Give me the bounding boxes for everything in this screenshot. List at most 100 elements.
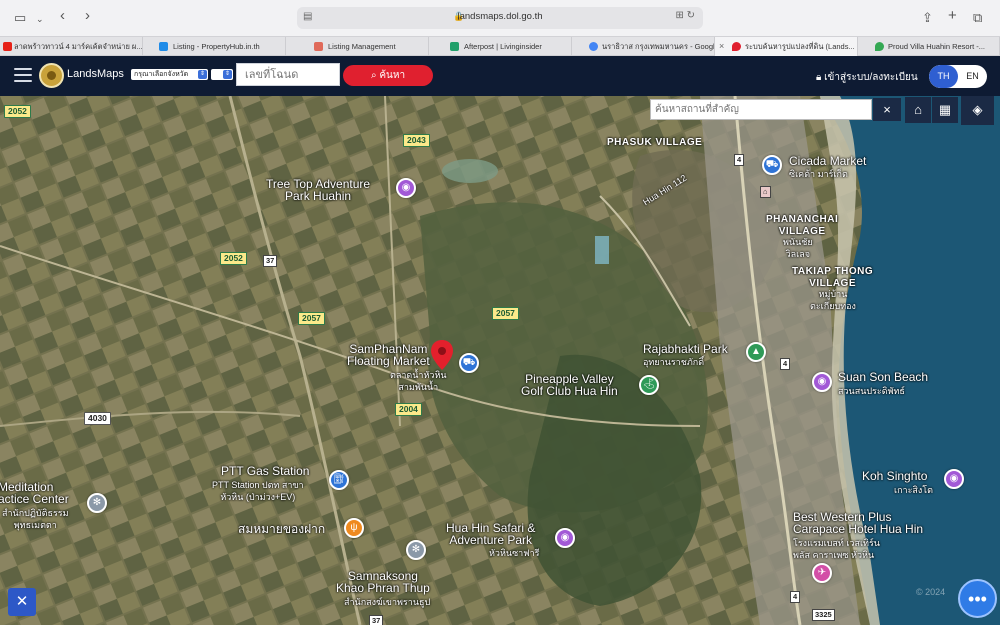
place-best-western-carapace: Best Western Plus Carapace Hotel Hua Hin [793, 510, 924, 536]
place-suan-son-beach: Suan Son Beach [838, 370, 929, 384]
place-phasuk-village: PHASUK VILLAGE [607, 137, 703, 148]
camera-poi-icon[interactable]: ◉ [555, 528, 575, 548]
road-badge: 2057 [492, 307, 519, 320]
translate-reload-icon[interactable]: ⊞ ↻ [675, 10, 695, 21]
location-pin-icon[interactable] [430, 340, 454, 370]
home-button[interactable]: ⌂ [905, 97, 931, 123]
forward-icon[interactable]: › [85, 8, 90, 24]
place-pineapple-valley-golf: Pineapple Valley Golf Club Hua Hin [521, 372, 618, 398]
measure-tool-button[interactable]: ✕ [8, 588, 36, 616]
layers-button[interactable]: ◈ [961, 96, 994, 125]
road-badge: 2052 [4, 105, 31, 118]
place-hua-hin-safari-th: หัวหินซาฟารี [489, 548, 540, 558]
tab-label: Afterpost | Livinginsider [464, 42, 542, 51]
language-toggle[interactable]: TH EN [929, 65, 987, 88]
login-label: เข้าสู่ระบบ/ลงทะเบียน [824, 72, 918, 83]
gas-station-poi-icon[interactable]: ⛽︎ [329, 470, 349, 490]
search-button[interactable]: ⌕ ค้นหา [343, 65, 433, 86]
address-bar[interactable]: ▤ 🔒 landsmaps.dol.go.th ⊞ ↻ [297, 7, 703, 29]
temple-poi-icon[interactable]: ✻ [87, 493, 107, 513]
ruler-icon: ✕ [15, 593, 29, 610]
lang-th-button[interactable]: TH [929, 65, 958, 88]
more-options-button[interactable]: ••• [958, 579, 997, 618]
camera-poi-icon[interactable]: ◉ [396, 178, 416, 198]
close-icon: × [883, 102, 891, 117]
place-ptt-gas-station: PTT Gas Station [221, 464, 310, 478]
shopping-cart-poi-icon[interactable]: ⛟ [459, 353, 479, 373]
route-shield: 3325 [812, 609, 835, 621]
place-best-western-carapace-th: โรงแรมเบสท์ เวสเทิร์น พลัส คาราเพซ หัวหิ… [793, 538, 880, 560]
shopping-cart-poi-icon[interactable]: ⛟ [762, 155, 782, 175]
place-phananchai-village-th: พนันชัย วิลเลจ [783, 237, 813, 259]
tab-6-active[interactable]: × ระบบค้นหารูปแปลงที่ดิน (Lands... [715, 37, 858, 56]
place-samphannam-th: ตลาดน้ำหัวหิน สามพันน้ำ [390, 370, 447, 392]
sidebar-toggle-icon[interactable]: ▭ [14, 10, 26, 26]
restaurant-poi-icon[interactable]: ψ [344, 518, 364, 538]
tab-label: Proud Villa Huahin Resort -... [888, 42, 985, 51]
park-poi-icon[interactable]: ▲ [746, 342, 766, 362]
tab-7[interactable]: Proud Villa Huahin Resort -... [858, 37, 1000, 56]
road-badge: 2043 [403, 134, 430, 147]
menu-icon[interactable] [14, 68, 32, 82]
route-shield: 4 [780, 358, 791, 370]
new-tab-icon[interactable]: + [948, 8, 957, 24]
place-ptt-gas-station-th: PTT Station ปตท สาขา หัวหิน (ป่าม่วง+EV) [212, 480, 304, 502]
place-cicada-market: Cicada Market [789, 154, 867, 168]
tab-2[interactable]: Listing - PropertyHub.in.th [143, 37, 286, 56]
deed-number-input[interactable] [236, 63, 340, 86]
maps-icon [875, 42, 884, 51]
road-badge: 2052 [220, 252, 247, 265]
place-koh-singhto: Koh Singhto [862, 469, 928, 483]
select-arrow-icon: ⇕ [198, 70, 207, 79]
hotel-poi-icon[interactable]: ✈︎ [812, 563, 832, 583]
propertyhub-icon [159, 42, 168, 51]
satellite-map[interactable]: 2052 2043 2052 2057 2057 2004 4030 37 4 … [0, 96, 1000, 625]
home-icon: ⌂ [914, 102, 922, 117]
tab-label: ลาดพร้าวทาวน์ 4 มาร์คเค้ตจำหน่าย ผ... [14, 42, 143, 51]
youtube-icon [3, 42, 12, 51]
route-shield: 4 [790, 591, 801, 603]
road-badge: 4030 [84, 412, 111, 425]
place-tree-top-adventure: Tree Top Adventure Park Huahin [266, 177, 371, 203]
chevron-down-icon[interactable]: ⌄ [36, 11, 44, 27]
back-icon[interactable]: ‹ [60, 8, 65, 24]
google-icon [589, 42, 598, 51]
tab-overview-icon[interactable]: ⧉ [973, 10, 982, 26]
tab-label: นราธิวาส กรุงเทพมหานคร - Google... [602, 42, 715, 51]
lang-en-button[interactable]: EN [958, 65, 987, 88]
place-hua-hin-safari: Hua Hin Safari & Adventure Park [446, 521, 536, 547]
clear-search-button[interactable]: × [873, 98, 901, 121]
temple-marker-icon: ⌂ [760, 186, 771, 198]
landmark-search-input[interactable] [650, 99, 872, 120]
grid-icon: ▦ [938, 102, 952, 117]
share-icon[interactable]: ⇪ [922, 10, 933, 26]
livinginsider-icon [450, 42, 459, 51]
tab-1[interactable]: ลาดพร้าวทาวน์ 4 มาร์คเค้ตจำหน่าย ผ... [0, 37, 143, 56]
dol-logo [39, 63, 64, 88]
route-shield: 37 [263, 255, 278, 267]
place-meditation-center-th: สำนักปฏิบัติธรรม พุทธเมตตา [2, 508, 69, 530]
app-header: LandsMaps กรุณาเลือกจังหวัด ⇕ ⇕ ⌕ ค้นหา … [0, 56, 1000, 96]
place-khao-phran-thup: Samnaksong Khao Phran Thup [336, 569, 430, 595]
road-badge: 2057 [298, 312, 325, 325]
province-select[interactable]: กรุณาเลือกจังหวัด ⇕ [131, 69, 208, 80]
close-tab-icon[interactable]: × [719, 37, 724, 56]
golf-poi-icon[interactable]: ⛳︎ [639, 375, 659, 395]
map-pin-icon [732, 42, 741, 51]
grid-button[interactable]: ▦ [932, 97, 958, 123]
camera-poi-icon[interactable]: ◉ [812, 372, 832, 392]
more-icon: ••• [968, 589, 987, 609]
tab-5[interactable]: นราธิวาส กรุงเทพมหานคร - Google... [572, 37, 715, 56]
route-shield: 4 [734, 154, 745, 166]
search-icon: ⌕ [370, 70, 377, 81]
amphoe-select[interactable]: ⇕ [211, 69, 233, 80]
login-link[interactable]: 🔒︎ เข้าสู่ระบบ/ลงทะเบียน [816, 70, 918, 85]
listing-icon [314, 42, 323, 51]
tab-4[interactable]: Afterpost | Livinginsider [429, 37, 572, 56]
select-arrow-icon: ⇕ [223, 70, 232, 79]
place-cicada-market-th: ซิเคด้า มาร์เก็ต [789, 169, 848, 179]
lock-icon: 🔒︎ [816, 72, 822, 83]
temple-poi-icon[interactable]: ✻ [406, 540, 426, 560]
tab-3[interactable]: Listing Management [286, 37, 429, 56]
camera-poi-icon[interactable]: ◉ [944, 469, 964, 489]
